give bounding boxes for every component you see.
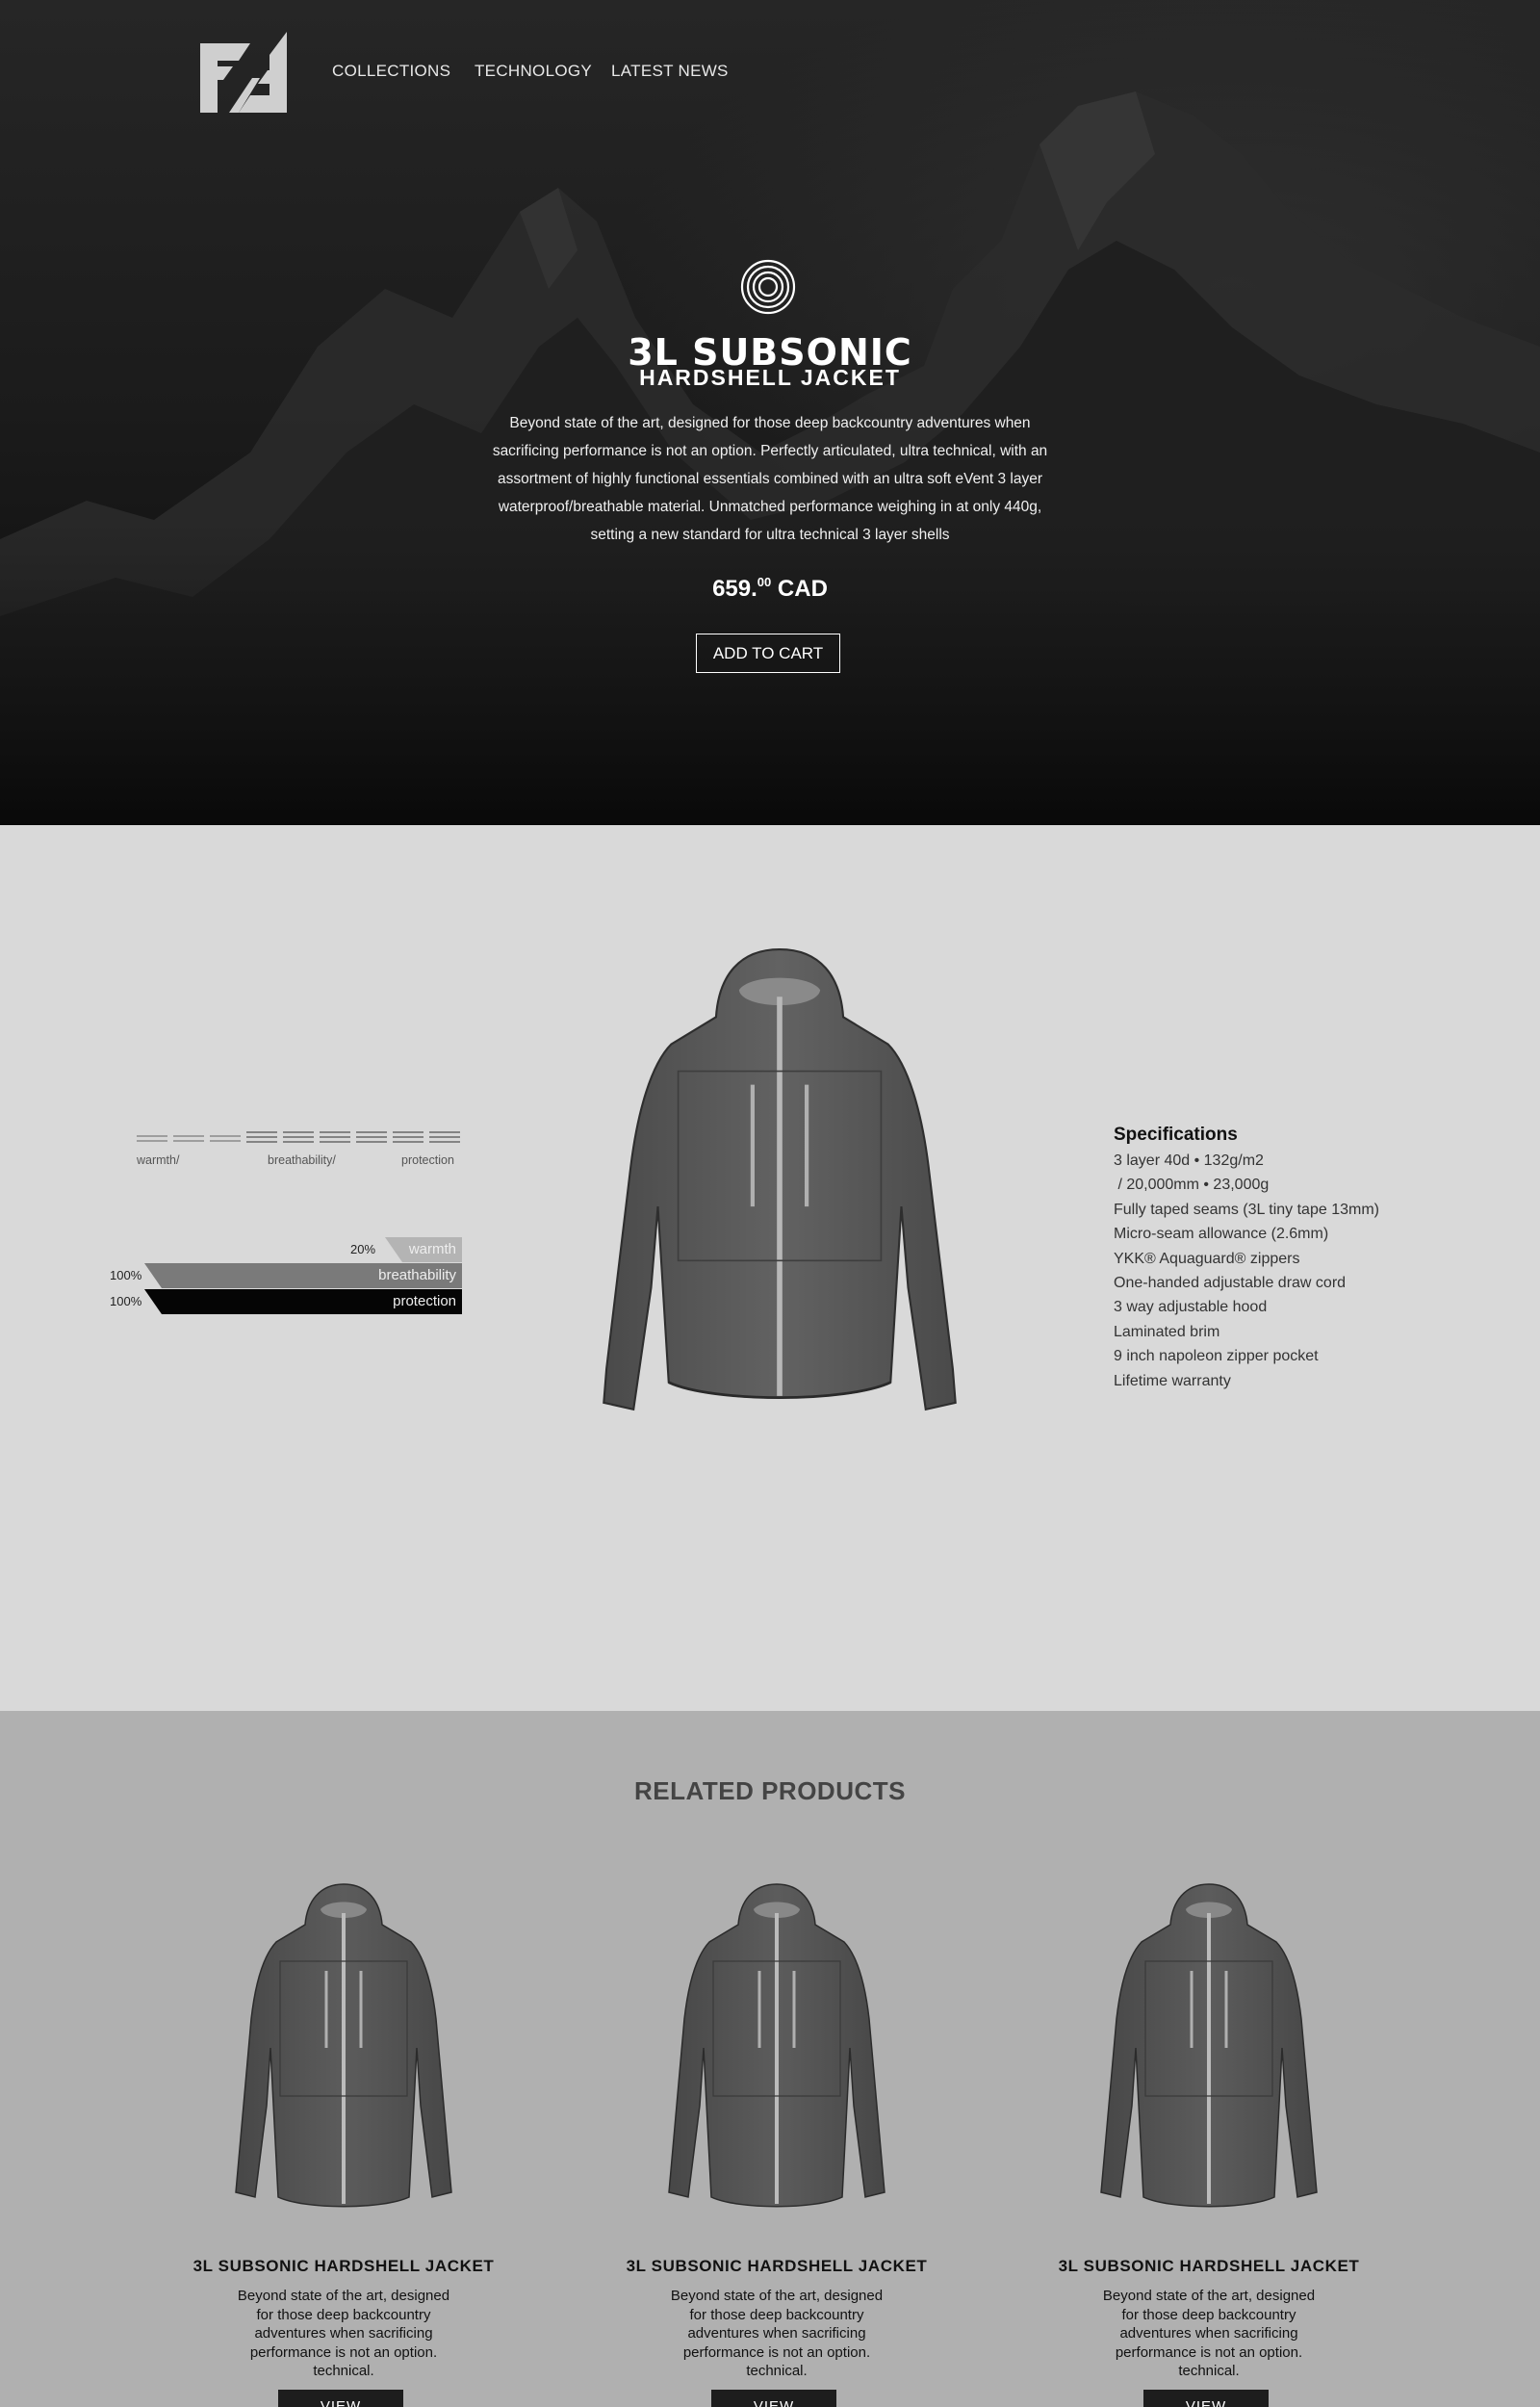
product-subtitle: HARDSHELL JACKET [639,365,901,390]
specifications: Specifications 3 layer 40d • 132g/m2 / 2… [1114,1123,1422,1393]
jacket-product-image [603,947,957,1411]
related-products-section: RELATED PRODUCTS 3L SUBSONIC HARDSHELL J… [0,1711,1540,2407]
scale-label-protection: protection [401,1153,454,1167]
jacket-thumbnail-image [667,1882,886,2209]
spec-item: Laminated brim [1114,1323,1220,1340]
related-product-card: 3L SUBSONIC HARDSHELL JACKET Beyond stat… [151,1865,536,2407]
rating-bar-percent: 100% [110,1294,142,1308]
rating-bar-label: protection [393,1293,456,1309]
spec-item: 3 layer 40d • 132g/m2 [1114,1152,1264,1169]
rating-scale-lines [137,1131,460,1143]
product-description: Beyond state of the art, designed for th… [492,415,1048,543]
view-product-button[interactable]: VIEW [711,2390,836,2407]
related-product-name: 3L SUBSONIC HARDSHELL JACKET [1058,2257,1360,2275]
rating-bar-percent: 100% [110,1268,142,1282]
spec-item: 3 way adjustable hood [1114,1299,1268,1316]
related-product-description: Beyond state of the art, designed for th… [1102,2288,1316,2379]
price-cents: 00 [757,575,772,589]
spec-item: / 20,000mm • 23,000g [1114,1177,1270,1194]
spec-item: Fully taped seams (3L tiny tape 13mm) [1114,1201,1379,1218]
spec-item: YKK® Aquaguard® zippers [1114,1250,1300,1267]
price-main: 659. [712,576,757,602]
spec-item: One-handed adjustable draw cord [1114,1275,1347,1292]
product-price: 659.00 CAD [0,568,1540,604]
scale-label-warmth: warmth/ [137,1153,180,1167]
related-product-description: Beyond state of the art, designed for th… [670,2288,884,2379]
related-product-card: 3L SUBSONIC HARDSHELL JACKET Beyond stat… [584,1865,969,2407]
related-product-card: 3L SUBSONIC HARDSHELL JACKET Beyond stat… [1016,1865,1401,2407]
add-to-cart-button[interactable]: ADD TO CART [696,634,840,673]
spec-item: Micro-seam allowance (2.6mm) [1114,1226,1329,1243]
spec-item: 9 inch napoleon zipper pocket [1114,1348,1319,1365]
rating-bar-fill: protection [144,1289,462,1314]
rating-bar-fill: warmth [385,1237,462,1262]
rating-bar-fill: breathability [144,1263,462,1288]
product-detail-section: warmth/ breathability/ protection 20% war… [0,825,1540,1711]
related-product-description: Beyond state of the art, designed for th… [237,2288,450,2379]
specifications-title: Specifications [1114,1125,1238,1145]
specifications-list: 3 layer 40d • 132g/m2 / 20,000mm • 23,00… [1114,1149,1422,1393]
hero-section: COLLECTIONS TECHNOLOGY LATEST NEWS 3L SU… [0,0,1540,825]
related-product-name: 3L SUBSONIC HARDSHELL JACKET [626,2257,928,2275]
spec-item: Lifetime warranty [1114,1372,1231,1389]
jacket-thumbnail-image [1099,1882,1319,2209]
price-currency: CAD [777,576,828,602]
jacket-thumbnail-image [234,1882,453,2209]
concentric-circles-icon [740,259,796,315]
view-product-button[interactable]: VIEW [278,2390,403,2407]
hero-content: 3L SUBSONIC HARDSHELL JACKET Beyond stat… [0,0,1540,825]
rating-bar-percent: 20% [350,1242,376,1256]
rating-bar-label: warmth [408,1241,456,1257]
related-products-title: RELATED PRODUCTS [634,1776,906,1805]
related-product-name: 3L SUBSONIC HARDSHELL JACKET [192,2257,495,2275]
rating-bar-label: breathability [378,1267,456,1283]
scale-label-breathability: breathability/ [268,1153,336,1167]
view-product-button[interactable]: VIEW [1143,2390,1269,2407]
